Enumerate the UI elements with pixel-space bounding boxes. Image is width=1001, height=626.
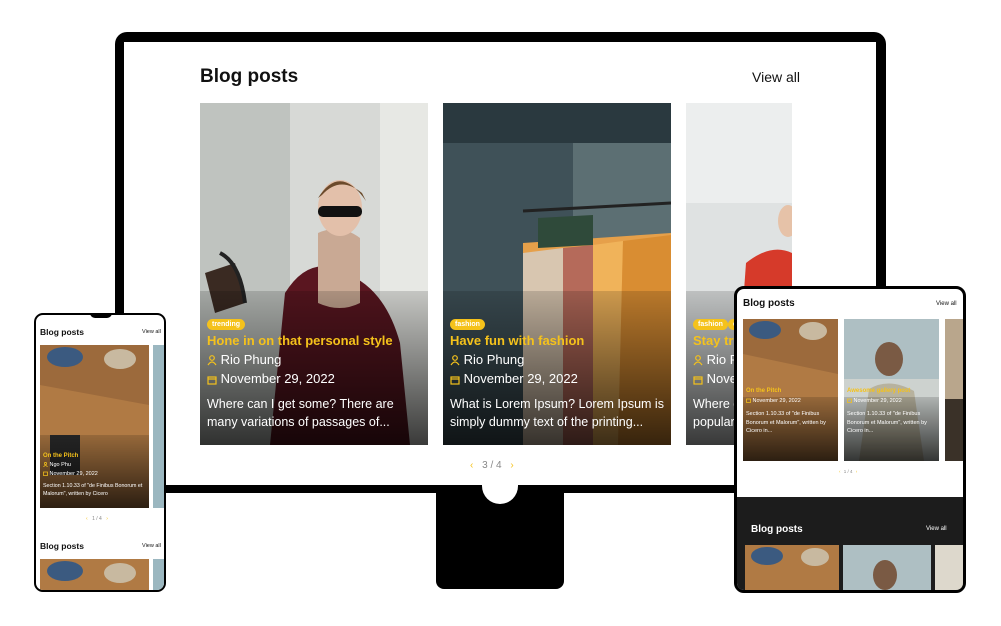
tablet-dark-section: Blog posts View all	[737, 497, 963, 590]
chevron-left-icon[interactable]: ‹	[839, 469, 841, 474]
blog-card-image	[153, 345, 164, 508]
card-excerpt: Where can I get some? There are many var…	[207, 397, 394, 429]
phone-view-all-link[interactable]: View all	[142, 329, 161, 335]
calendar-icon	[693, 375, 703, 385]
phone-blog-card[interactable]	[153, 559, 164, 590]
tag-badge[interactable]: fashion	[693, 319, 728, 330]
tag-badge[interactable]: fashion	[450, 319, 485, 330]
phone-blog-card[interactable]: On the Pitch Ngo Phu November 29, 2022 S…	[40, 345, 149, 508]
card-author: Ngo Phu	[43, 462, 71, 468]
card-title[interactable]: Stay tr	[693, 333, 733, 348]
monitor-stand	[436, 493, 564, 589]
tablet-blog-card[interactable]	[843, 545, 931, 590]
date-text: November 29, 2022	[49, 471, 98, 477]
card-author: Rio Phung	[450, 352, 524, 367]
chevron-right-icon[interactable]: ›	[106, 516, 108, 522]
blog-card-image	[843, 545, 931, 590]
card-date: November 29, 2022	[207, 371, 335, 386]
tablet-blog-card[interactable]: On the Pitch November 29, 2022 Section 1…	[743, 319, 838, 461]
user-icon	[207, 355, 217, 366]
user-icon	[43, 462, 48, 468]
author-name: Rio Phung	[463, 352, 525, 367]
phone-device: Blog posts View all On the Pitch Ngo Phu…	[34, 313, 166, 592]
pager-count: 1 / 4	[843, 469, 853, 474]
card-title[interactable]: Have fun with fashion	[450, 333, 584, 348]
blog-card-image	[153, 559, 164, 590]
tablet-section-title: Blog posts	[743, 298, 795, 309]
card-excerpt: What is Lorem Ipsum? Lorem Ipsum is simp…	[450, 397, 664, 429]
user-icon	[693, 355, 703, 366]
user-icon	[450, 355, 460, 366]
author-name: Ngo Phu	[49, 462, 71, 468]
card-title[interactable]: Awesome gallery post	[847, 388, 910, 394]
chevron-left-icon[interactable]: ‹	[470, 460, 473, 471]
carousel-pager: ‹ 3 / 4 ›	[470, 460, 514, 471]
phone-carousel-pager: ‹ 1 / 4 ›	[86, 516, 108, 522]
tablet-blog-card[interactable]: Awesome gallery post November 29, 2022 S…	[844, 319, 939, 461]
card-title[interactable]: Hone in on that personal style	[207, 333, 393, 348]
calendar-icon	[207, 375, 217, 385]
author-name: Rio Phung	[220, 352, 282, 367]
card-title[interactable]: On the Pitch	[746, 388, 781, 394]
tablet-carousel-pager: ‹ 1 / 4 ›	[839, 469, 857, 474]
card-excerpt: Section 1.10.33 of "de Finibus Bonorum e…	[43, 483, 143, 497]
calendar-icon	[847, 398, 852, 403]
date-text: November 29, 2022	[220, 371, 335, 386]
section-title: Blog posts	[200, 66, 299, 87]
pager-count: 1 / 4	[92, 516, 102, 522]
blog-card-image	[935, 545, 963, 590]
calendar-icon	[43, 471, 48, 476]
tablet-dark-section-title: Blog posts	[751, 524, 803, 535]
tablet-blog-card[interactable]	[745, 545, 839, 590]
chevron-left-icon[interactable]: ‹	[86, 516, 88, 522]
view-all-link[interactable]: View all	[752, 69, 800, 85]
tablet-dark-view-all-link[interactable]: View all	[926, 526, 947, 532]
tablet-blog-card[interactable]	[945, 319, 963, 461]
tablet-view-all-link[interactable]: View all	[936, 301, 957, 307]
blog-card[interactable]: fashion Have fun with fashion Rio Phung …	[443, 103, 671, 445]
date-text: November 29, 2022	[463, 371, 578, 386]
phone-blog-card[interactable]	[40, 559, 149, 590]
card-excerpt: Section 1.10.33 of "de Finibus Bonorum e…	[847, 411, 927, 434]
blog-card[interactable]: trending Hone in on that personal style …	[200, 103, 428, 445]
tag-badge[interactable]: trending	[207, 319, 245, 330]
card-author: Rio Phung	[207, 352, 281, 367]
tablet-blog-card[interactable]	[935, 545, 963, 590]
blog-card-image	[745, 545, 839, 590]
card-title[interactable]: On the Pitch	[43, 453, 78, 459]
phone-section-title: Blog posts	[40, 327, 84, 337]
chevron-right-icon[interactable]: ›	[510, 460, 513, 471]
card-date: November 29, 2022	[847, 398, 902, 404]
blog-card-image	[945, 319, 963, 461]
calendar-icon	[746, 398, 751, 403]
date-text: November 29, 2022	[853, 398, 902, 404]
card-date: November 29, 2022	[746, 398, 801, 404]
blog-card-image	[40, 559, 149, 590]
phone-notch	[90, 313, 112, 318]
phone-blog-card[interactable]	[153, 345, 164, 508]
tablet-device: Blog posts View all On the Pitch Novembe…	[734, 286, 966, 593]
pager-count: 3 / 4	[482, 460, 502, 471]
card-date: November 29, 2022	[450, 371, 578, 386]
phone-section-title: Blog posts	[40, 541, 84, 551]
card-date: Nove	[693, 371, 737, 386]
calendar-icon	[450, 375, 460, 385]
card-excerpt: Section 1.10.33 of "de Finibus Bonorum e…	[746, 411, 826, 434]
date-text: Nove	[706, 371, 737, 386]
phone-view-all-link[interactable]: View all	[142, 543, 161, 549]
chevron-right-icon[interactable]: ›	[856, 469, 858, 474]
card-date: November 29, 2022	[43, 471, 98, 477]
date-text: November 29, 2022	[752, 398, 801, 404]
